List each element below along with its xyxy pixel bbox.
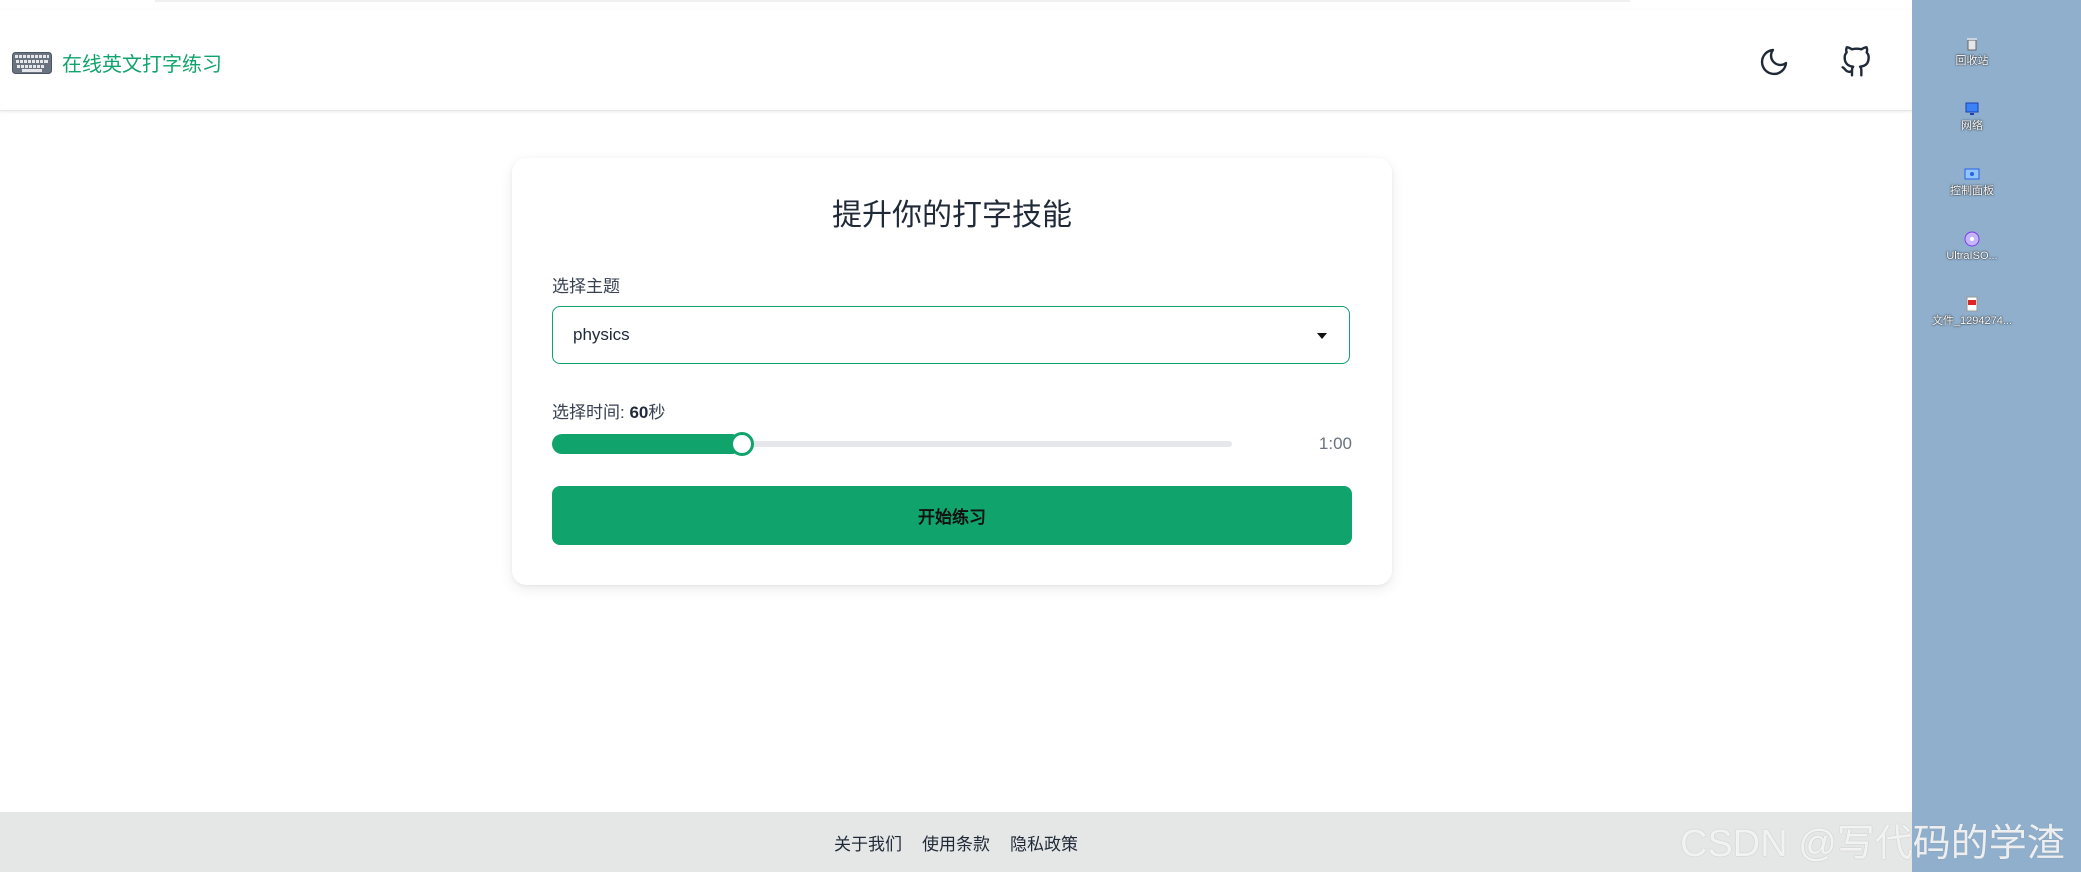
- footer-link-about[interactable]: 关于我们: [834, 830, 902, 855]
- csdn-watermark: CSDN @写代码的学渣: [1680, 823, 2065, 865]
- footer-link-terms[interactable]: 使用条款: [922, 830, 990, 855]
- time-label: 选择时间: 60秒: [552, 398, 665, 423]
- desktop-item-label: UltraISO...: [1946, 250, 1998, 262]
- desktop-item-label: 网络: [1961, 120, 1983, 132]
- brand-title: 在线英文打字练习: [62, 54, 222, 76]
- moon-icon[interactable]: [1758, 46, 1790, 78]
- desktop-item-recycle-bin[interactable]: 回收站: [1912, 36, 2032, 68]
- network-icon: [1965, 102, 1979, 115]
- desktop-item-label: 回收站: [1955, 55, 1989, 67]
- time-slider[interactable]: [552, 432, 1232, 456]
- control-panel-icon: [1964, 168, 1980, 180]
- brand-link[interactable]: 在线英文打字练习: [12, 48, 222, 77]
- pdf-file-icon: [1966, 296, 1978, 312]
- practice-card: 提升你的打字技能 选择主题 physics 选择时间: 60秒 1:00 开始练…: [512, 158, 1392, 585]
- time-slider-thumb[interactable]: [730, 432, 755, 456]
- time-label-prefix: 选择时间:: [552, 403, 630, 422]
- desktop-item-label: 控制面板: [1950, 185, 1994, 197]
- topic-select[interactable]: physics: [552, 306, 1350, 364]
- desktop-item-control-panel[interactable]: 控制面板: [1912, 166, 2032, 198]
- page-title: 提升你的打字技能: [832, 199, 1072, 232]
- ultraiso-icon: [1964, 231, 1980, 247]
- time-value: 60: [629, 403, 649, 422]
- chevron-down-icon: [1317, 333, 1327, 339]
- topic-select-value: physics: [573, 325, 630, 344]
- desktop-item-label: 文件_1294274...: [1931, 315, 2013, 327]
- github-icon[interactable]: [1840, 46, 1872, 78]
- time-unit: 秒: [648, 403, 666, 422]
- start-practice-button[interactable]: 开始练习: [552, 486, 1352, 545]
- site-footer: 关于我们 使用条款 隐私政策: [0, 812, 1912, 872]
- footer-link-privacy[interactable]: 隐私政策: [1010, 830, 1078, 855]
- desktop-item-pdf-file[interactable]: 文件_1294274...: [1912, 296, 2032, 328]
- site-header: 在线英文打字练习: [0, 10, 1912, 111]
- keyboard-icon: [12, 51, 52, 74]
- desktop-background: 回收站 网络 控制面板 UltraISO... 文件_1294274...: [1912, 0, 2081, 872]
- time-slider-fill: [552, 434, 743, 454]
- recycle-bin-icon: [1967, 38, 1977, 51]
- topic-label: 选择主题: [552, 277, 620, 296]
- desktop-item-ultraiso[interactable]: UltraISO...: [1912, 231, 2032, 263]
- browser-page: 在线英文打字练习 提升你的打字技能 选择主题 physics 选择时间: 60秒…: [0, 0, 1912, 872]
- desktop-item-network[interactable]: 网络: [1912, 101, 2032, 133]
- time-slider-display: 1:00: [1318, 434, 1352, 453]
